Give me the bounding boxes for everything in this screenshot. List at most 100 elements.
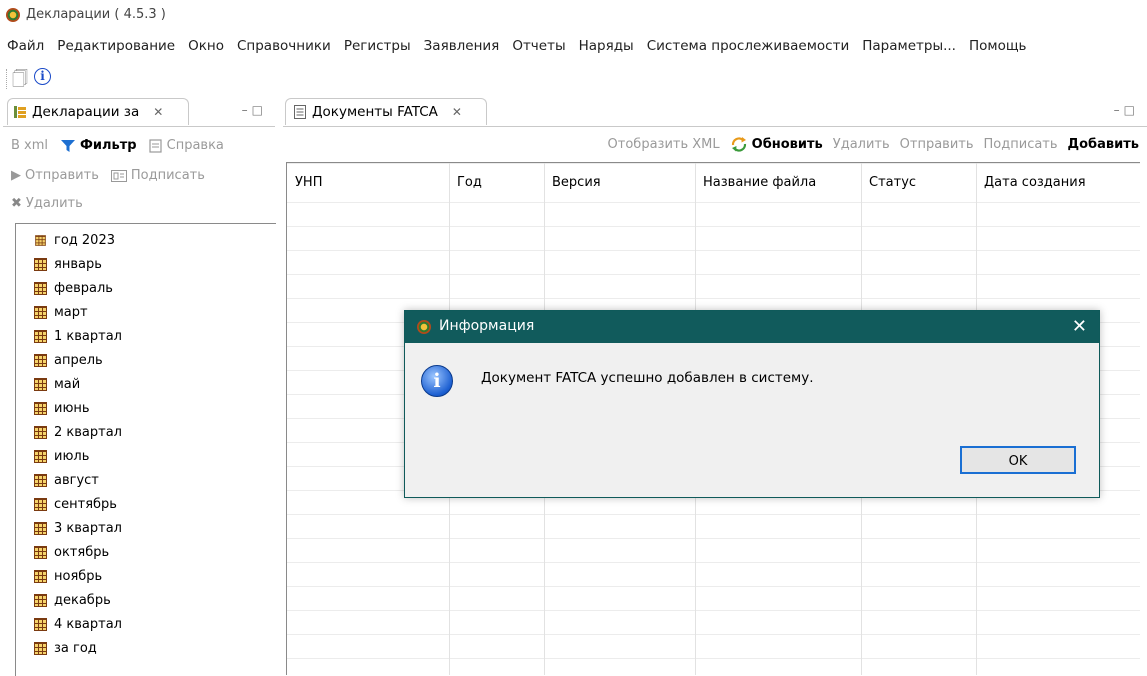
tree-item-february[interactable]: февраль <box>16 276 276 300</box>
tree-item-april[interactable]: апрель <box>16 348 276 372</box>
signature-icon <box>110 169 127 182</box>
menu-applications[interactable]: Заявления <box>417 38 506 54</box>
tree-item-august[interactable]: август <box>16 468 276 492</box>
app-icon <box>6 8 20 22</box>
sign-label: Подписать <box>130 168 205 183</box>
ok-button[interactable]: OK <box>960 446 1076 474</box>
menu-orders[interactable]: Наряды <box>572 38 640 54</box>
tab-fatca-documents[interactable]: Документы FATCA ✕ <box>285 98 487 125</box>
filter-button[interactable]: Фильтр <box>60 138 137 153</box>
tab-declarations[interactable]: Декларации за ✕ <box>7 98 189 125</box>
filter-icon <box>61 139 76 152</box>
maximize-icon[interactable]: □ <box>1124 103 1139 117</box>
sign-button[interactable]: Подписать <box>110 168 205 183</box>
column-header-year[interactable]: Год <box>457 175 482 190</box>
tree-item-september[interactable]: сентябрь <box>16 492 276 516</box>
column-header-version[interactable]: Версия <box>552 175 601 190</box>
tree-item-label: год 2023 <box>54 232 115 248</box>
tree-item-march[interactable]: март <box>16 300 276 324</box>
refresh-label: Обновить <box>751 136 823 152</box>
calendar-icon <box>34 641 47 655</box>
right-tab-bar: Документы FATCA ✕ –□ <box>283 96 1147 127</box>
tree-item-label: июнь <box>54 400 90 416</box>
menu-edit[interactable]: Редактирование <box>50 38 181 54</box>
tree-item-q2[interactable]: 2 квартал <box>16 420 276 444</box>
tree-item-june[interactable]: июнь <box>16 396 276 420</box>
tree-item-may[interactable]: май <box>16 372 276 396</box>
app-icon <box>417 320 431 334</box>
tree-item-label: 2 квартал <box>54 424 122 440</box>
close-icon[interactable]: ✕ <box>452 105 462 119</box>
main-toolbar: 🗍 i <box>0 65 1147 93</box>
calendar-icon <box>34 593 47 607</box>
tree-item-q4[interactable]: 4 квартал <box>16 612 276 636</box>
minimize-icon[interactable]: – <box>1114 103 1124 117</box>
send-doc-button[interactable]: Отправить <box>900 137 974 152</box>
dialog-message: Документ FATCA успешно добавлен в систем… <box>481 370 814 386</box>
maximize-icon[interactable]: □ <box>252 103 267 117</box>
tree-item-label: апрель <box>54 352 103 368</box>
window-titlebar: Декларации ( 4.5.3 ) <box>0 0 1147 30</box>
sign-doc-button[interactable]: Подписать <box>984 137 1058 152</box>
tree-item-full-year[interactable]: за год <box>16 636 276 660</box>
tree-item-label: май <box>54 376 81 392</box>
information-dialog: Информация ✕ i Документ FATCA успешно до… <box>404 310 1100 498</box>
show-xml-button[interactable]: Отобразить XML <box>608 137 720 152</box>
delete-doc-button[interactable]: Удалить <box>833 137 890 152</box>
tree-item-label: сентябрь <box>54 496 117 512</box>
column-header-file-name[interactable]: Название файла <box>703 175 816 190</box>
tree-item-november[interactable]: ноябрь <box>16 564 276 588</box>
tree-item-july[interactable]: июль <box>16 444 276 468</box>
tree-item-label: февраль <box>54 280 113 296</box>
menu-parameters[interactable]: Параметры... <box>855 38 962 54</box>
tree-view-icon <box>14 106 26 118</box>
column-header-status[interactable]: Статус <box>869 175 916 190</box>
delete-button[interactable]: ✖ Удалить <box>11 196 83 211</box>
delete-icon: ✖ <box>11 196 22 211</box>
tree-item-label: январь <box>54 256 102 272</box>
tree-item-year[interactable]: год 2023 <box>16 228 276 252</box>
tree-item-label: ноябрь <box>54 568 103 584</box>
help-button[interactable]: Справка <box>149 138 224 153</box>
tree-item-label: 1 квартал <box>54 328 122 344</box>
tree-item-label: 3 квартал <box>54 520 122 536</box>
dialog-titlebar[interactable]: Информация ✕ <box>405 311 1099 343</box>
column-header-created-date[interactable]: Дата создания <box>984 175 1086 190</box>
menu-help[interactable]: Помощь <box>962 38 1033 54</box>
menu-registers[interactable]: Регистры <box>337 38 417 54</box>
refresh-button[interactable]: Обновить <box>730 136 823 152</box>
calendar-icon <box>35 234 46 246</box>
documents-icon[interactable]: 🗍 <box>12 68 28 95</box>
calendar-icon <box>34 473 47 487</box>
tree-item-january[interactable]: январь <box>16 252 276 276</box>
close-icon[interactable]: ✕ <box>1072 316 1087 337</box>
menu-reports[interactable]: Отчеты <box>505 38 571 54</box>
tree-item-q3[interactable]: 3 квартал <box>16 516 276 540</box>
tab-fatca-label: Документы FATCA <box>312 104 438 120</box>
tree-item-label: март <box>54 304 88 320</box>
menu-references[interactable]: Справочники <box>230 38 337 54</box>
close-icon[interactable]: ✕ <box>153 105 163 119</box>
bxml-button[interactable]: B xml <box>11 138 48 153</box>
document-icon <box>294 105 306 119</box>
tree-item-october[interactable]: октябрь <box>16 540 276 564</box>
fatca-toolbar: Отобразить XML Обновить Удалить Отправит… <box>283 130 1139 158</box>
menu-window[interactable]: Окно <box>181 38 230 54</box>
menu-file[interactable]: Файл <box>0 38 50 54</box>
calendar-icon <box>34 305 47 319</box>
tree-item-label: 4 квартал <box>54 616 122 632</box>
add-button[interactable]: Добавить <box>1068 137 1139 152</box>
tree-item-label: июль <box>54 448 90 464</box>
calendar-icon <box>34 545 47 559</box>
tree-item-q1[interactable]: 1 квартал <box>16 324 276 348</box>
calendar-icon <box>34 617 47 631</box>
toolbar-grip[interactable] <box>6 69 9 89</box>
calendar-icon <box>34 425 47 439</box>
info-icon[interactable]: i <box>34 68 51 85</box>
dialog-title: Информация <box>439 318 535 334</box>
minimize-icon[interactable]: – <box>242 103 252 117</box>
tree-item-december[interactable]: декабрь <box>16 588 276 612</box>
send-button[interactable]: ▶ Отправить <box>11 168 99 183</box>
column-header-unp[interactable]: УНП <box>295 175 322 190</box>
menu-traceability[interactable]: Система прослеживаемости <box>640 38 856 54</box>
